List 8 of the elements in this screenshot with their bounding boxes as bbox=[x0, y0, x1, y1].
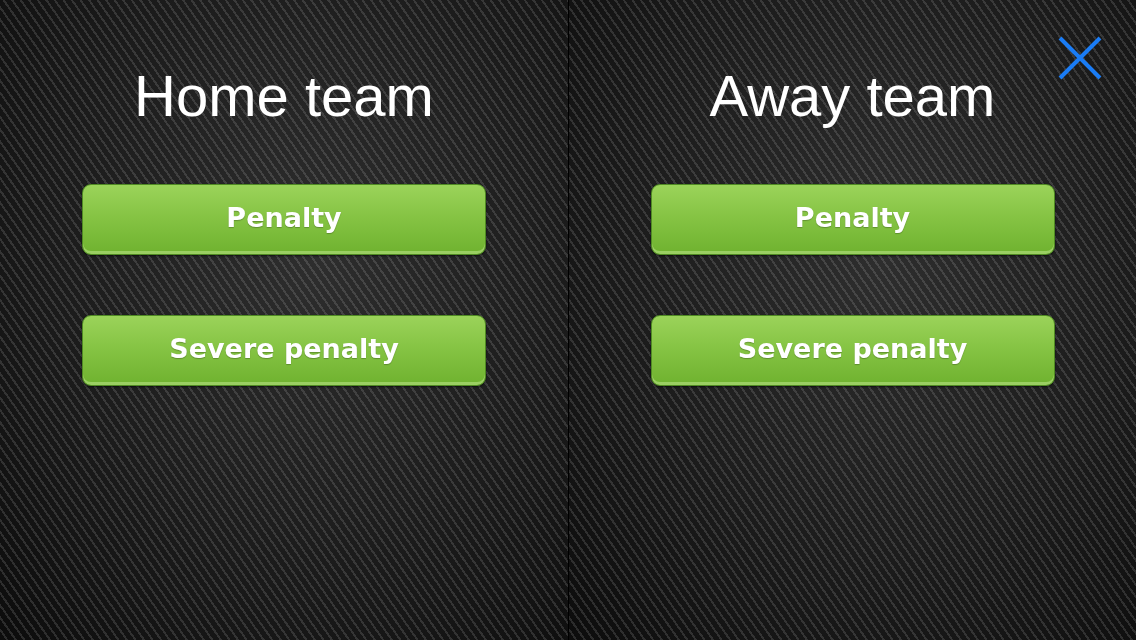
panel-title: Away team bbox=[709, 62, 996, 130]
close-button[interactable] bbox=[1058, 36, 1102, 80]
penalty-button[interactable]: Severe penalty bbox=[82, 315, 486, 386]
penalty-button[interactable]: Penalty bbox=[82, 184, 486, 255]
panel-title: Home team bbox=[134, 62, 434, 130]
penalty-button[interactable]: Severe penalty bbox=[650, 315, 1055, 386]
close-icon bbox=[1058, 36, 1102, 80]
penalty-button[interactable]: Penalty bbox=[650, 184, 1055, 255]
